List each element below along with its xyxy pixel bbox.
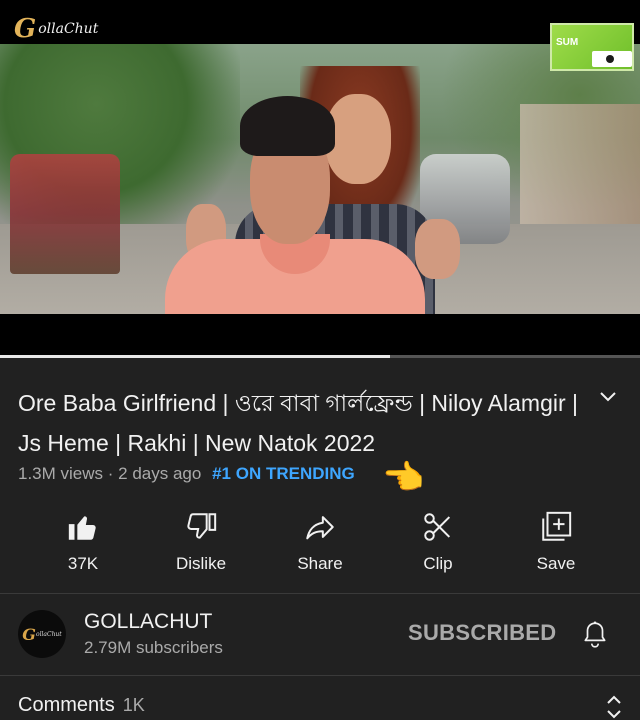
save-button[interactable]: Save <box>501 510 611 590</box>
comments-header[interactable]: Comments 1K <box>18 694 145 717</box>
avatar-text: ollaChut <box>35 630 62 638</box>
like-button[interactable]: 37K <box>28 510 138 590</box>
expand-collapse-icon[interactable] <box>604 694 624 720</box>
dislike-label: Dislike <box>175 554 227 573</box>
subscribed-button[interactable]: SUBSCRIBED <box>408 620 556 646</box>
save-label: Save <box>536 554 576 573</box>
like-count: 37K <box>67 554 99 573</box>
thumbs-up-filled-icon <box>68 516 96 540</box>
video-title[interactable]: Ore Baba Girlfriend | ওরে বাবা গার্লফ্রে… <box>18 383 578 463</box>
channel-name[interactable]: GOLLACHUT <box>84 610 212 634</box>
avatar-initial: G <box>22 624 36 644</box>
video-player[interactable]: G ollaChut SUM <box>0 0 640 358</box>
subscribe-watermark-badge[interactable]: SUM <box>550 23 634 71</box>
channel-row[interactable]: G ollaChut GOLLACHUT 2.79M subscribers S… <box>0 594 640 674</box>
clip-label: Clip <box>423 554 453 573</box>
video-meta: 1.3M views · 2 days ago #1 ON TRENDING <box>18 464 355 484</box>
view-count: 1.3M views <box>18 464 104 483</box>
bell-icon[interactable] <box>582 620 608 650</box>
progress-bar-fill <box>0 355 391 358</box>
channel-watermark-logo: G ollaChut <box>14 16 98 42</box>
comments-label: Comments <box>18 694 115 716</box>
scene-hand-right <box>415 219 460 279</box>
video-frame[interactable] <box>0 44 640 314</box>
thumbs-down-icon <box>187 513 217 539</box>
share-button[interactable]: Share <box>265 510 375 590</box>
trending-badge[interactable]: #1 ON TRENDING <box>212 464 355 483</box>
divider <box>0 675 640 676</box>
share-label: Share <box>297 554 343 573</box>
pointing-hand-icon: 👈 <box>382 459 425 497</box>
share-arrow-icon <box>306 516 334 540</box>
watermark-text: ollaChut <box>38 21 99 37</box>
upload-age: 2 days ago <box>118 464 202 483</box>
channel-avatar[interactable]: G ollaChut <box>18 610 66 658</box>
scene-rickshaw <box>10 154 120 274</box>
add-to-playlist-icon <box>542 511 572 541</box>
subscriber-count: 2.79M subscribers <box>84 638 223 657</box>
scene-man-hair <box>240 96 335 156</box>
meta-separator: · <box>107 464 114 483</box>
dislike-button[interactable]: Dislike <box>146 510 256 590</box>
watermark-initial: G <box>14 14 37 44</box>
badge-dot-icon <box>606 55 614 63</box>
clip-button[interactable]: Clip <box>383 510 493 590</box>
action-row: 37K Dislike Share Clip Save <box>0 510 640 590</box>
scissors-icon <box>424 513 451 541</box>
subscribe-badge-text: SUM <box>556 37 579 48</box>
comments-count: 1K <box>122 695 145 715</box>
chevron-down-icon[interactable] <box>598 390 618 404</box>
